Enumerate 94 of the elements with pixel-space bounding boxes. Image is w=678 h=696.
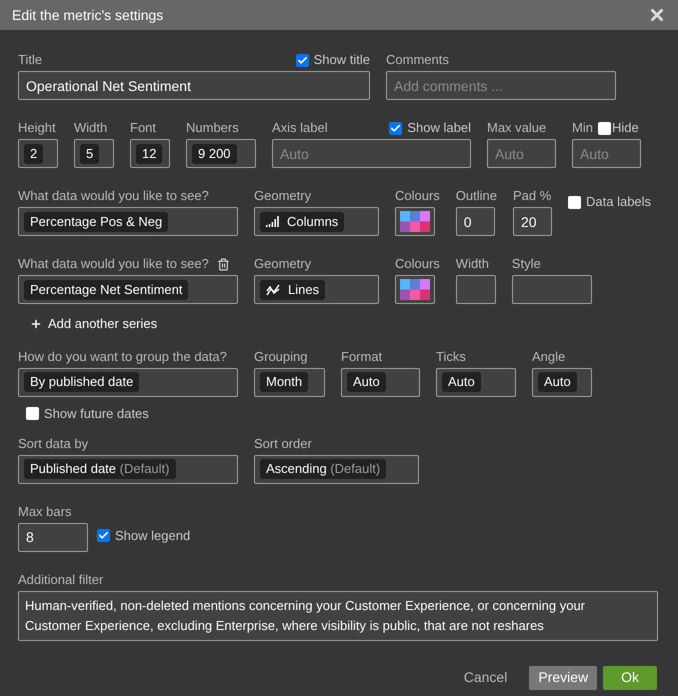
colour-picker[interactable] xyxy=(395,207,435,236)
selected-value: By published date xyxy=(24,372,140,392)
preview-button[interactable]: Preview xyxy=(529,666,598,690)
number-field[interactable]: 12 xyxy=(130,139,170,168)
number-field[interactable] xyxy=(456,275,496,304)
field-label: What data would you like to see? xyxy=(18,256,209,272)
number-field[interactable]: 9 200 xyxy=(186,139,256,168)
selected-value: Percentage Pos & Neg xyxy=(24,212,168,232)
number-field[interactable]: 2 xyxy=(18,139,58,168)
checkbox[interactable] xyxy=(26,407,39,420)
selected-value: Lines xyxy=(260,280,326,300)
number-field[interactable]: 20 xyxy=(513,207,552,236)
checkbox-label: Show label xyxy=(407,120,471,136)
checkbox-label: Show title xyxy=(314,52,370,68)
geometry-select[interactable]: Lines xyxy=(254,275,379,304)
checkbox[interactable] xyxy=(296,54,309,66)
field-label: Colours xyxy=(395,256,440,272)
field-label: Outline xyxy=(456,188,497,204)
selected-value: Published date (Default) xyxy=(24,459,176,479)
checkbox[interactable] xyxy=(389,122,402,134)
window-title: Edit the metric's settings xyxy=(12,6,164,25)
field-label: Pad % xyxy=(513,188,552,204)
selected-value: Month xyxy=(260,372,308,392)
selected-value: 2 xyxy=(24,144,44,164)
field-label: Comments xyxy=(386,52,450,68)
field-label: Style xyxy=(512,256,542,272)
select-field[interactable]: Auto xyxy=(436,368,516,396)
selected-value: Percentage Net Sentiment xyxy=(24,280,188,300)
field-label: What data would you like to see? xyxy=(18,188,209,204)
checkbox-label: Show future dates xyxy=(44,406,149,422)
number-field[interactable]: 0 xyxy=(456,207,495,236)
field-label: Width xyxy=(456,256,490,272)
field-label: Title xyxy=(18,52,42,68)
checkbox-label: Show legend xyxy=(115,528,190,544)
field-label: Ticks xyxy=(436,348,467,364)
field-label: Sort order xyxy=(254,436,313,452)
field-label: Height xyxy=(18,120,57,136)
field-label: Additional filter xyxy=(18,572,104,588)
field-label: Geometry xyxy=(254,188,312,204)
cancel-link[interactable]: Cancel xyxy=(454,666,518,690)
field-label: Format xyxy=(341,348,384,364)
plus-icon xyxy=(30,318,42,330)
number-field[interactable] xyxy=(512,275,592,304)
selected-value: 5 xyxy=(80,144,100,164)
comments-field[interactable]: Add comments ... xyxy=(386,71,616,100)
delete-icon[interactable] xyxy=(216,258,230,270)
max-bars-field[interactable]: 8 xyxy=(18,522,88,552)
close-icon[interactable] xyxy=(648,6,666,24)
select-field[interactable]: By published date xyxy=(18,368,238,396)
filter-text: Human-verified, non-deleted mentions concerning your Customer Experience, or concerning your Customer Experience, excluding Enterprise, where visibility is public, that are not reshares xyxy=(18,590,658,640)
checkbox[interactable] xyxy=(568,196,581,208)
axis-label-field[interactable]: Auto xyxy=(272,139,471,168)
line-chart-icon xyxy=(266,284,280,296)
selected-value: Ascending (Default) xyxy=(260,459,386,479)
colour-picker[interactable] xyxy=(395,275,435,304)
select-field[interactable]: Auto xyxy=(341,368,420,396)
select-field[interactable]: Published date (Default) xyxy=(18,454,238,484)
field-label: How do you want to group the data? xyxy=(18,348,228,364)
field-label: Colours xyxy=(395,188,440,204)
colour-palette-icon xyxy=(400,279,430,300)
field-label: Numbers xyxy=(186,120,240,136)
selected-value: Auto xyxy=(347,372,386,392)
selected-value: Auto xyxy=(442,372,481,392)
checkbox-label: Data labels xyxy=(586,194,652,210)
data-select[interactable]: Percentage Net Sentiment xyxy=(18,275,238,304)
selected-value: Columns xyxy=(260,212,344,232)
number-field[interactable]: 5 xyxy=(74,139,114,168)
field-label: Sort data by xyxy=(18,436,90,452)
colour-palette-icon xyxy=(400,211,430,232)
add-series-button[interactable]: Add another series xyxy=(30,314,158,334)
field-label: Font xyxy=(130,120,158,136)
select-field[interactable]: Auto xyxy=(532,368,592,396)
selected-value: Auto xyxy=(538,372,577,392)
field-label: Axis label xyxy=(272,120,328,136)
max-value-field[interactable]: Auto xyxy=(487,139,556,168)
title-field[interactable]: Operational Net Sentiment xyxy=(18,71,370,100)
bar-chart-icon xyxy=(266,216,279,227)
select-field[interactable]: Ascending (Default) xyxy=(254,454,419,484)
field-label: Grouping xyxy=(254,348,308,364)
field-label: Width xyxy=(74,120,108,136)
selected-value: 9 200 xyxy=(192,144,237,164)
checkbox-label: Hide xyxy=(612,120,639,136)
field-label: Angle xyxy=(532,348,566,364)
field-label: Geometry xyxy=(254,256,312,272)
select-field[interactable]: Month xyxy=(254,368,325,396)
checkbox[interactable] xyxy=(97,529,110,542)
selected-value: 12 xyxy=(136,144,162,164)
field-label: Max value xyxy=(487,120,548,136)
field-label: Max bars xyxy=(18,504,72,520)
geometry-select[interactable]: Columns xyxy=(254,207,379,236)
data-select[interactable]: Percentage Pos & Neg xyxy=(18,207,238,236)
field-label: Min xyxy=(572,120,593,136)
min-value-field[interactable]: Auto xyxy=(572,139,641,168)
checkbox[interactable] xyxy=(598,122,611,134)
